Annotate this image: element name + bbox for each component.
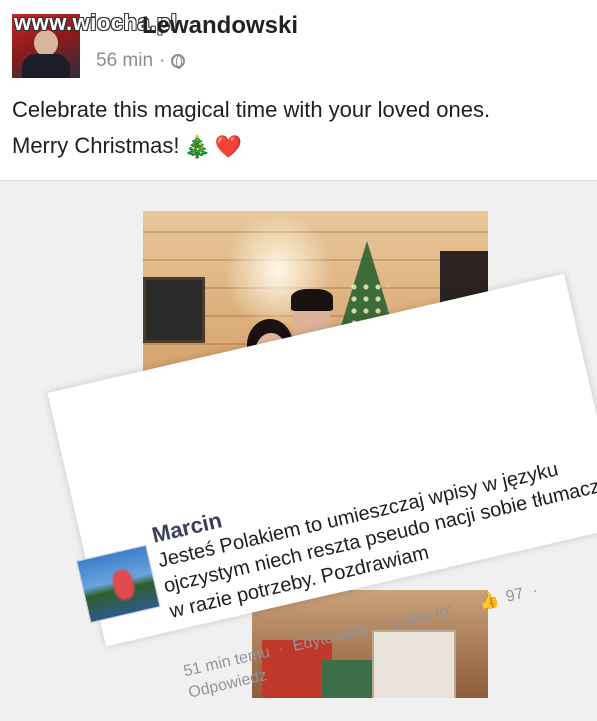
post-text-line2: Merry Christmas! 🎄 ❤️ bbox=[12, 128, 490, 165]
present-box bbox=[322, 660, 372, 698]
post-card: www.wiocha.pl Lewandowski 56 min · Celeb… bbox=[0, 0, 597, 181]
heart-icon: ❤️ bbox=[214, 134, 243, 160]
post-text-line2-words: Merry Christmas! bbox=[12, 133, 180, 158]
blurred-face bbox=[110, 567, 137, 602]
avatar-suit bbox=[22, 54, 70, 78]
post-meta: 56 min · bbox=[96, 50, 186, 72]
christmas-tree-icon: 🎄 bbox=[183, 134, 211, 160]
comment-card: Marcin Jesteś Polakiem to umieszczaj wpi… bbox=[47, 273, 597, 702]
globe-icon[interactable] bbox=[171, 54, 186, 69]
post-time[interactable]: 56 min bbox=[96, 50, 153, 72]
meta-separator: · bbox=[530, 581, 540, 600]
meta-separator: · bbox=[159, 50, 166, 71]
post-text: Celebrate this magical time with your lo… bbox=[12, 92, 490, 165]
meta-separator: · bbox=[460, 598, 470, 616]
present-box bbox=[372, 630, 456, 698]
author-name[interactable]: Lewandowski bbox=[142, 12, 298, 40]
meta-separator: · bbox=[276, 640, 286, 659]
post-text-line1: Celebrate this magical time with your lo… bbox=[12, 97, 491, 122]
television bbox=[143, 277, 205, 343]
like-count[interactable]: 97 bbox=[504, 585, 525, 606]
man-hair bbox=[291, 289, 333, 311]
meta-separator: · bbox=[376, 617, 386, 636]
thumbs-up-icon: 👍 bbox=[477, 590, 501, 612]
commenter-avatar[interactable] bbox=[76, 544, 161, 624]
